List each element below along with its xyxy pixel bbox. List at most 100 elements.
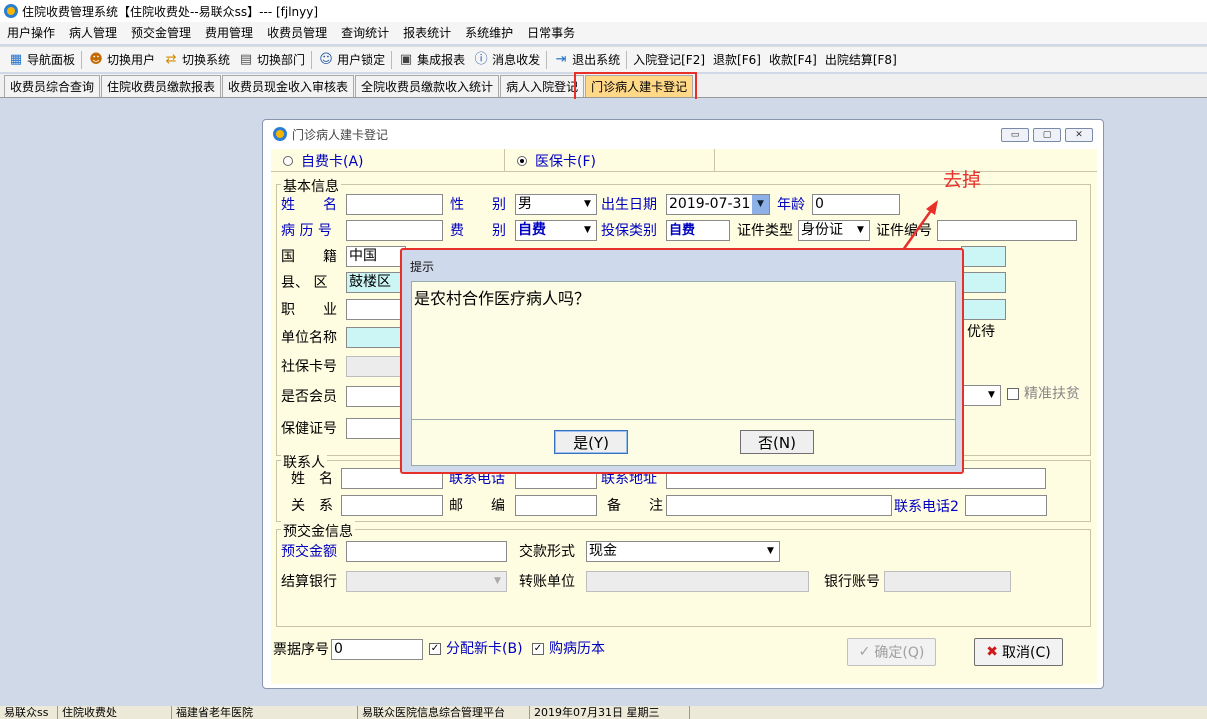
transfer-unit-input[interactable] bbox=[586, 571, 809, 592]
radio-self-pay[interactable]: 自费卡(A) bbox=[283, 151, 364, 171]
menu-cashier[interactable]: 收费员管理 bbox=[260, 22, 334, 44]
user-lock-icon: ☺ bbox=[319, 51, 333, 67]
radio-insurance[interactable]: 医保卡(F) bbox=[517, 151, 596, 171]
tab-cash-audit[interactable]: 收费员现金收入审核表 bbox=[222, 75, 355, 97]
contact-name-label: 姓 名 bbox=[291, 471, 333, 487]
payment-button[interactable]: 收款[F4] bbox=[765, 49, 821, 71]
social-card-label: 社保卡号 bbox=[281, 359, 337, 375]
record-no-label: 病 历 号 bbox=[281, 223, 332, 239]
deposit-amount-label: 预交金额 bbox=[281, 544, 337, 560]
tab-hospital-stats[interactable]: 全院收费员缴款收入统计 bbox=[355, 75, 500, 97]
status-bar: 易联众ss 住院收费处 福建省老年医院 易联众医院信息综合管理平台 2019年0… bbox=[0, 706, 1207, 719]
age-input[interactable]: 0 bbox=[812, 194, 900, 215]
receipt-no-input[interactable]: 0 bbox=[331, 639, 423, 660]
menu-fee[interactable]: 费用管理 bbox=[198, 22, 260, 44]
extra-select[interactable]: ▼ bbox=[961, 385, 1001, 406]
message-button[interactable]: ⓘ 消息收发 bbox=[469, 49, 544, 71]
record-no-input[interactable] bbox=[346, 220, 443, 241]
tab-cashier-query[interactable]: 收费员综合查询 bbox=[4, 75, 101, 97]
dialog-yes-button[interactable]: 是(Y) bbox=[554, 430, 628, 454]
chevron-down-icon: ▼ bbox=[983, 386, 1000, 405]
check-icon: ✓ bbox=[858, 644, 871, 660]
status-platform: 易联众医院信息综合管理平台 bbox=[358, 706, 530, 719]
annotation-text: 去掉 bbox=[943, 169, 982, 191]
health-card-label: 保健证号 bbox=[281, 421, 337, 437]
exit-button[interactable]: ⇥ 退出系统 bbox=[549, 49, 624, 71]
job-input[interactable] bbox=[346, 299, 406, 320]
birth-date-picker[interactable]: 2019-07-31 ▼ bbox=[666, 194, 770, 215]
status-hospital: 福建省老年医院 bbox=[172, 706, 358, 719]
toolbar: ▦ 导航面板 ☻ 切换用户 ⇄ 切换系统 ▤ 切换部门 ☺ 用户锁定 ▣ 集成报表 ⓘ 消息收… bbox=[0, 46, 1207, 72]
county-extra-field[interactable] bbox=[961, 272, 1006, 293]
job-extra-field[interactable] bbox=[961, 299, 1006, 320]
bank-account-input[interactable] bbox=[884, 571, 1011, 592]
cert-no-input[interactable] bbox=[937, 220, 1077, 241]
job-label: 职 业 bbox=[281, 302, 337, 318]
tab-payment-report[interactable]: 住院收费员缴款报表 bbox=[101, 75, 222, 97]
menu-patient[interactable]: 病人管理 bbox=[62, 22, 124, 44]
switch-system-button[interactable]: ⇄ 切换系统 bbox=[159, 49, 234, 71]
minimize-button[interactable]: ▭ bbox=[1001, 128, 1029, 142]
switch-dept-button[interactable]: ▤ 切换部门 bbox=[234, 49, 309, 71]
member-input[interactable] bbox=[346, 386, 406, 407]
fee-type-select[interactable]: 自费 ▼ bbox=[515, 220, 597, 241]
bank-select[interactable]: ▼ bbox=[346, 571, 507, 592]
nav-panel-button[interactable]: ▦ 导航面板 bbox=[4, 49, 79, 71]
ok-button[interactable]: ✓ 确定(Q) bbox=[847, 638, 936, 666]
county-input[interactable]: 鼓楼区 bbox=[346, 272, 406, 293]
menu-report[interactable]: 报表统计 bbox=[396, 22, 458, 44]
radio-dot bbox=[283, 156, 293, 166]
nation-extra-field[interactable] bbox=[961, 246, 1006, 267]
tab-admission[interactable]: 病人入院登记 bbox=[500, 75, 585, 97]
refund-button[interactable]: 退款[F6] bbox=[709, 49, 765, 71]
cancel-button[interactable]: ✖ 取消(C) bbox=[974, 638, 1063, 666]
phone2-label: 联系电话2 bbox=[894, 499, 959, 515]
panel-icon: ▦ bbox=[9, 51, 23, 67]
health-card-input[interactable] bbox=[346, 418, 406, 439]
checkbox-checked: ✓ bbox=[429, 643, 441, 655]
report-icon: ▣ bbox=[399, 51, 413, 67]
postcode-input[interactable] bbox=[515, 495, 597, 516]
chevron-down-icon: ▼ bbox=[579, 195, 596, 214]
cert-type-select[interactable]: 身份证 ▼ bbox=[798, 220, 870, 241]
social-card-input[interactable] bbox=[346, 356, 406, 377]
menu-system[interactable]: 系统维护 bbox=[458, 22, 520, 44]
basic-info-title: 基本信息 bbox=[281, 176, 341, 196]
name-input[interactable] bbox=[346, 194, 443, 215]
menu-deposit[interactable]: 预交金管理 bbox=[124, 22, 198, 44]
phone2-input[interactable] bbox=[965, 495, 1047, 516]
chevron-down-icon: ▼ bbox=[489, 572, 506, 591]
menu-query[interactable]: 查询统计 bbox=[334, 22, 396, 44]
admission-button[interactable]: 入院登记[F2] bbox=[629, 49, 709, 71]
birth-label: 出生日期 bbox=[601, 197, 657, 213]
insure-type-label: 投保类别 bbox=[601, 223, 657, 239]
menu-user-ops[interactable]: 用户操作 bbox=[0, 22, 62, 44]
insure-type-input[interactable]: 自费 bbox=[666, 220, 730, 241]
status-date: 2019年07月31日 星期三 bbox=[530, 706, 690, 719]
close-button[interactable]: ✕ bbox=[1065, 128, 1093, 142]
dept-icon: ▤ bbox=[239, 51, 253, 67]
gender-select[interactable]: 男 ▼ bbox=[515, 194, 597, 215]
discharge-button[interactable]: 出院结算[F8] bbox=[821, 49, 901, 71]
dialog-button-area: 是(Y) 否(N) bbox=[411, 420, 956, 466]
switch-user-button[interactable]: ☻ 切换用户 bbox=[84, 49, 159, 71]
menu-daily[interactable]: 日常事务 bbox=[520, 22, 582, 44]
info-icon: ⓘ bbox=[474, 51, 488, 67]
relation-input[interactable] bbox=[341, 495, 443, 516]
unit-input[interactable] bbox=[346, 327, 406, 348]
annotation-arrow-icon bbox=[901, 200, 938, 251]
nation-input[interactable]: 中国 bbox=[346, 246, 406, 267]
pay-form-select[interactable]: 现金 ▼ bbox=[586, 541, 780, 562]
dialog-no-button[interactable]: 否(N) bbox=[740, 430, 814, 454]
assign-new-card-checkbox[interactable]: ✓ 分配新卡(B) bbox=[429, 639, 523, 659]
chevron-down-icon: ▼ bbox=[762, 542, 779, 561]
remark-input[interactable] bbox=[666, 495, 892, 516]
dialog-message-area: 是农村合作医疗病人吗？ bbox=[411, 281, 956, 420]
status-user: 易联众ss bbox=[0, 706, 58, 719]
poverty-checkbox[interactable]: 精准扶贫 bbox=[1007, 384, 1080, 404]
deposit-amount-input[interactable] bbox=[346, 541, 507, 562]
maximize-button[interactable]: ▢ bbox=[1033, 128, 1061, 142]
buy-book-checkbox[interactable]: ✓ 购病历本 bbox=[532, 639, 605, 659]
lock-user-button[interactable]: ☺ 用户锁定 bbox=[314, 49, 389, 71]
report-button[interactable]: ▣ 集成报表 bbox=[394, 49, 469, 71]
